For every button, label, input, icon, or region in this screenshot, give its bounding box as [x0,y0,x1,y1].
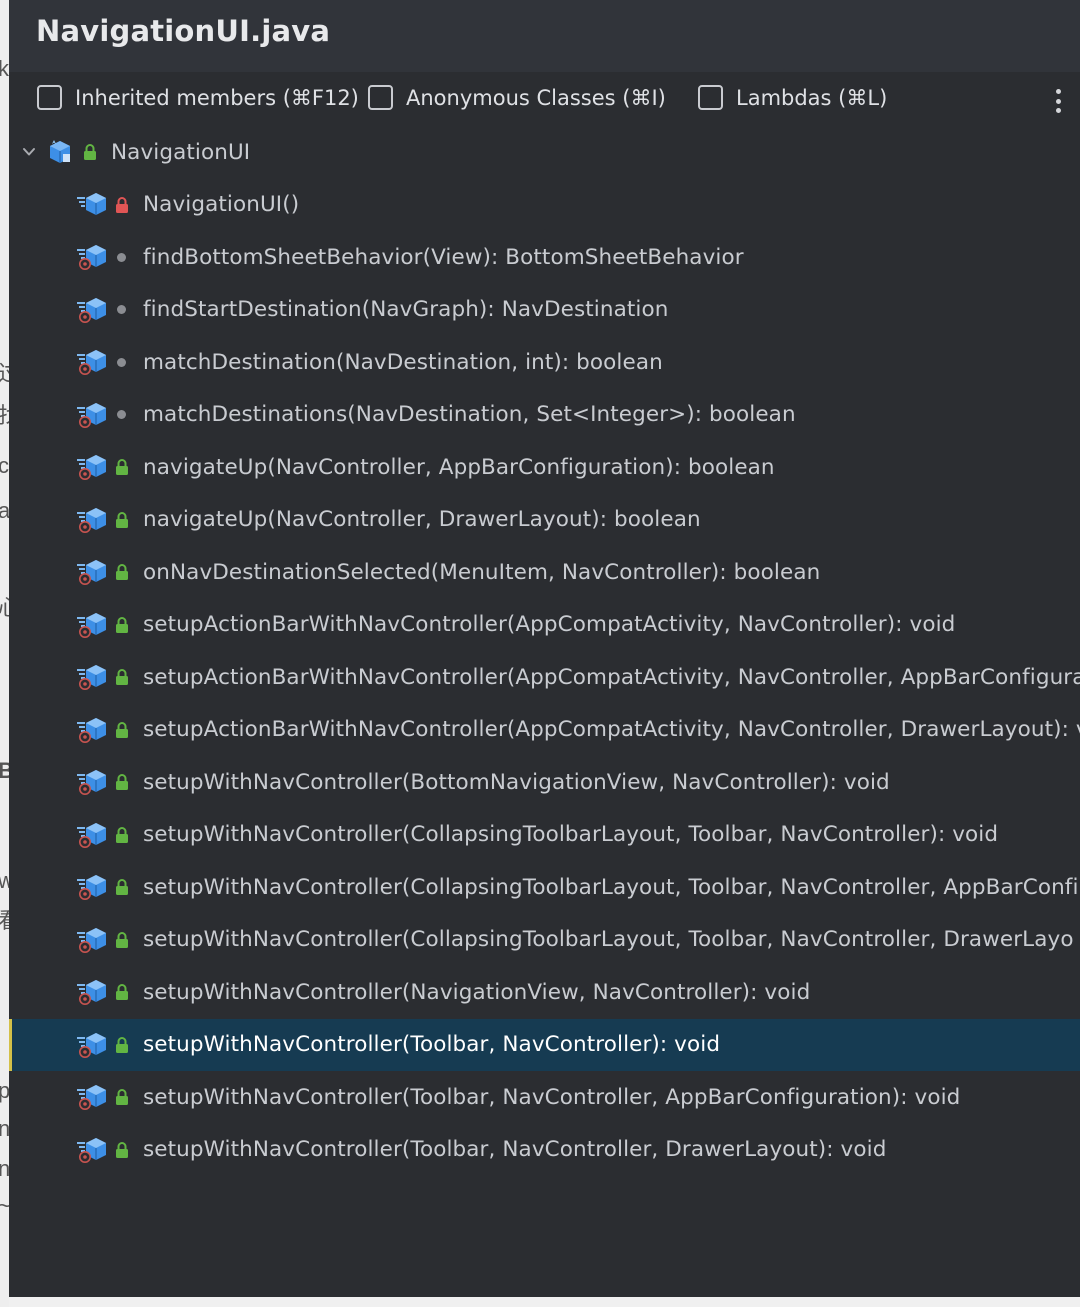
tree-node-method[interactable]: navigateUp(NavController, AppBarConfigur… [9,441,1080,493]
private-lock-icon [116,196,128,213]
tree-node-method[interactable]: matchDestination(NavDestination, int): b… [9,336,1080,388]
member-signature-label: onNavDestinationSelected(MenuItem, NavCo… [143,559,821,585]
member-signature-label: setupActionBarWithNavController(AppCompa… [143,717,1080,742]
public-lock-icon [116,616,128,633]
static-method-icon [77,402,106,428]
tree-node-method[interactable]: setupWithNavController(Toolbar, NavContr… [9,1071,1080,1123]
background-text-fragment: c [0,453,9,478]
tree-node-method[interactable]: setupWithNavController(CollapsingToolbar… [9,809,1080,861]
static-method-icon [77,245,106,270]
static-method-icon [77,822,106,848]
static-method-icon [77,507,106,533]
tree-node-method[interactable]: matchDestinations(NavDestination, Set<In… [9,389,1080,441]
member-signature-label: setupWithNavController(NavigationView, N… [143,979,811,1005]
package-private-dot-icon [117,305,126,314]
static-method-icon [77,927,106,953]
checkbox-box[interactable] [37,85,62,110]
member-signature-label: setupActionBarWithNavController(AppCompa… [143,612,956,637]
class-name-label: NavigationUI [111,139,251,165]
public-lock-icon [116,669,128,685]
member-signature-label: setupWithNavController(Toolbar, NavContr… [143,1032,721,1057]
static-method-icon [77,1137,106,1163]
static-method-icon [77,560,106,585]
public-lock-icon [116,1141,128,1158]
tree-node-method[interactable]: setupWithNavController(Toolbar, NavContr… [9,1124,1080,1176]
member-signature-label: navigateUp(NavController, DrawerLayout):… [143,507,701,532]
member-signature-label: findBottomSheetBehavior(View): BottomShe… [143,244,744,270]
background-editor-edge: k 过 找 c a 心 B w 看 p n n ~ [0,0,20,1307]
static-method-icon [77,350,106,375]
inherited-members-checkbox[interactable]: Inherited members (⌘F12) [37,85,359,110]
public-lock-icon [116,774,128,790]
chevron-down-icon[interactable] [22,145,36,159]
static-method-icon [77,297,106,323]
file-structure-popup: NavigationUI.java Inherited members (⌘F1… [9,0,1080,1297]
static-method-icon [77,455,106,480]
filter-toolbar: Inherited members (⌘F12) Anonymous Class… [9,72,1080,126]
member-signature-label: navigateUp(NavController, AppBarConfigur… [143,454,775,480]
package-private-dot-icon [117,357,126,367]
tree-node-method[interactable]: NavigationUI() [9,179,1080,231]
popup-title-bar: NavigationUI.java [9,0,1080,72]
inherited-members-label: Inherited members (⌘F12) [75,85,359,110]
static-method-icon [77,980,106,1005]
tree-node-method[interactable]: setupActionBarWithNavController(AppCompa… [9,704,1080,756]
tree-node-method[interactable]: setupWithNavController(BottomNavigationV… [9,756,1080,808]
tree-node-method[interactable]: setupActionBarWithNavController(AppCompa… [9,599,1080,651]
member-signature-label: setupWithNavController(Toolbar, NavContr… [143,1084,961,1110]
static-method-icon [77,612,106,638]
public-lock-icon [116,879,128,895]
static-method-icon [77,717,106,743]
static-method-icon [77,770,106,795]
static-method-icon [77,665,106,690]
package-private-dot-icon [117,252,126,262]
anonymous-classes-checkbox[interactable]: Anonymous Classes (⌘I) [368,85,666,110]
background-text-fragment: k [0,56,9,81]
tree-node-method[interactable]: findStartDestination(NavGraph): NavDesti… [9,284,1080,336]
tree-node-method[interactable]: setupActionBarWithNavController(AppCompa… [9,651,1080,703]
public-lock-icon [116,564,128,580]
member-signature-label: setupWithNavController(CollapsingToolbar… [143,927,1074,952]
static-method-icon [77,875,106,900]
member-signature-label: setupActionBarWithNavController(AppCompa… [143,664,1080,690]
public-lock-icon [116,511,128,528]
lambdas-label: Lambdas (⌘L) [736,85,888,110]
member-signature-label: setupWithNavController(BottomNavigationV… [143,769,890,795]
public-lock-icon [116,931,128,948]
member-signature-label: setupWithNavController(CollapsingToolbar… [143,822,999,847]
tree-node-method[interactable]: setupWithNavController(CollapsingToolbar… [9,861,1080,913]
constructor-icon [77,192,106,215]
checkbox-box[interactable] [368,85,393,110]
member-signature-label: matchDestination(NavDestination, int): b… [143,349,663,375]
public-lock-icon [116,1089,128,1105]
member-signature-label: matchDestinations(NavDestination, Set<In… [143,402,796,427]
package-private-dot-icon [117,410,126,419]
class-icon [50,140,70,163]
lambdas-checkbox[interactable]: Lambdas (⌘L) [698,85,887,110]
tree-node-class[interactable]: NavigationUI [9,126,1080,178]
tree-node-method[interactable]: setupWithNavController(NavigationView, N… [9,966,1080,1018]
member-signature-label: NavigationUI() [143,192,300,217]
public-lock-icon [116,826,128,843]
more-options-icon[interactable] [1050,89,1066,113]
public-lock-icon [84,144,96,160]
tree-node-method-selected[interactable]: setupWithNavController(Toolbar, NavContr… [9,1018,1080,1071]
tree-node-method[interactable]: navigateUp(NavController, DrawerLayout):… [9,494,1080,546]
public-lock-icon [116,721,128,738]
static-method-icon [77,1085,106,1110]
public-lock-icon [116,459,128,475]
anonymous-classes-label: Anonymous Classes (⌘I) [406,85,666,110]
tree-node-method[interactable]: onNavDestinationSelected(MenuItem, NavCo… [9,546,1080,598]
static-method-icon [77,1032,106,1058]
tree-node-method[interactable]: setupWithNavController(CollapsingToolbar… [9,914,1080,966]
tree-node-method[interactable]: findBottomSheetBehavior(View): BottomShe… [9,231,1080,283]
member-signature-label: setupWithNavController(Toolbar, NavContr… [143,1137,887,1162]
popup-title: NavigationUI.java [36,14,331,48]
public-lock-icon [116,1036,128,1053]
member-signature-label: setupWithNavController(CollapsingToolbar… [143,874,1079,900]
public-lock-icon [116,984,128,1000]
member-signature-label: findStartDestination(NavGraph): NavDesti… [143,297,669,322]
checkbox-box[interactable] [698,85,723,110]
